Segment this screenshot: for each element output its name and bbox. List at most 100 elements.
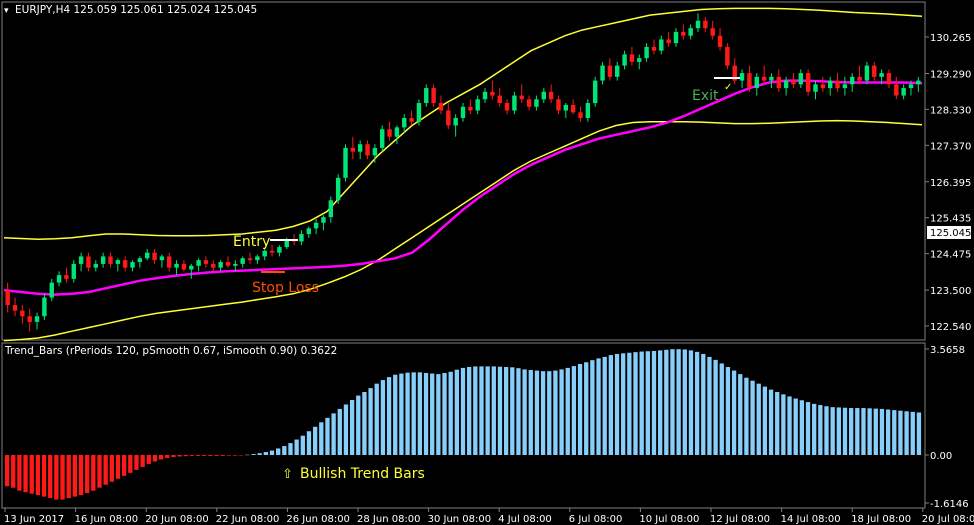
candle-body [438, 103, 444, 111]
trend-bar [707, 356, 712, 456]
trend-bar [460, 367, 466, 456]
trend-bar [393, 374, 398, 456]
candle-body [842, 84, 848, 89]
candle-body [64, 275, 69, 279]
candle-body [211, 263, 216, 268]
candle-body [468, 106, 473, 111]
indicator-title: Trend_Bars (rPeriods 120, pSmooth 0.67, … [4, 345, 337, 357]
trend-bar [349, 400, 355, 456]
indicator-tick-label: 3.5658 [930, 345, 965, 356]
candle-body [357, 144, 363, 152]
candle-body [879, 73, 884, 77]
trend-bar [855, 408, 860, 456]
stop-loss-label: Stop Loss [252, 280, 319, 296]
trend-bar [540, 371, 546, 456]
candle-body [49, 282, 54, 298]
candle-body [827, 80, 833, 89]
trend-bar [879, 408, 885, 456]
price-tick-label: 125.435 [930, 214, 971, 225]
trend-bar [226, 455, 232, 456]
trend-bar [473, 366, 478, 456]
trend-bar [239, 455, 244, 456]
time-tick-label: 28 Jun 08:00 [357, 514, 421, 525]
candle-body [130, 262, 135, 268]
candle-body [93, 263, 99, 268]
candle-body [255, 256, 260, 261]
candle-body [372, 147, 378, 156]
candle-body [42, 297, 47, 317]
candle-body [894, 84, 899, 96]
trend-bar [140, 455, 145, 467]
candle-body [490, 91, 495, 96]
chart-canvas: 130.265 129.290 128.330 127.370 126.395 125.4… [0, 0, 974, 525]
trend-bar [374, 383, 379, 456]
candle-body [850, 76, 855, 85]
trend-bar [812, 403, 817, 456]
candle-body [695, 20, 701, 29]
trend-bar [682, 349, 687, 456]
candle-body [380, 129, 385, 148]
exit-check-icon: ✓ [724, 82, 732, 93]
trend-bar [522, 369, 527, 456]
trend-bar [146, 455, 151, 464]
trend-bar [269, 450, 275, 456]
trend-bar [331, 413, 336, 456]
trend-bar [627, 352, 632, 456]
candle-body [783, 80, 789, 89]
trend-bar [220, 455, 225, 456]
price-axis: 130.265 129.290 128.330 127.370 126.395 125.4… [925, 33, 971, 333]
trend-bar [312, 426, 318, 456]
candle-body [460, 106, 466, 118]
trend-bar [337, 408, 342, 456]
candle-body [901, 88, 906, 96]
trend-bar [510, 367, 515, 456]
trend-bar [454, 369, 459, 456]
candle-body [5, 290, 10, 306]
candle-body [688, 28, 693, 36]
trend-bar [694, 351, 700, 456]
candle-body [754, 76, 759, 89]
candle-body [181, 263, 187, 270]
candle-body [548, 91, 554, 100]
trend-bar [158, 455, 164, 460]
candle-body [431, 88, 436, 104]
candle-body [857, 76, 862, 81]
trend-bar [263, 452, 269, 456]
candle-body [203, 260, 209, 264]
candle-body [578, 112, 583, 118]
trend-bar [442, 372, 447, 456]
trend-bar [41, 455, 47, 497]
candle-body [233, 263, 238, 266]
candle-body [519, 95, 524, 100]
trend-bar [177, 455, 182, 457]
price-tick-label: 126.395 [930, 178, 971, 189]
candle-body [240, 258, 245, 264]
trend-bar [701, 353, 706, 456]
candle-body [813, 84, 818, 92]
trend-bar [596, 358, 601, 456]
trend-bar [547, 371, 552, 456]
trend-bar [109, 455, 114, 482]
candle-body [321, 217, 326, 223]
candle-body [137, 258, 143, 263]
candle-body [541, 91, 546, 100]
trend-bar [892, 410, 897, 456]
trend-bar [411, 372, 416, 456]
trend-bar [639, 351, 644, 456]
trend-bar [232, 455, 238, 456]
candle-body [864, 65, 870, 81]
candle-body [218, 262, 223, 268]
candle-body [651, 46, 657, 51]
candle-body [644, 46, 649, 59]
trend-bar [559, 369, 564, 456]
trend-bar [202, 455, 207, 456]
candle-body [306, 228, 311, 234]
trend-bar [577, 364, 583, 456]
trend-bar [17, 455, 22, 491]
trend-bar [430, 373, 435, 456]
trend-bar [503, 367, 509, 456]
trend-bar [343, 404, 349, 456]
trend-bar [824, 406, 829, 456]
trend-bar [368, 388, 373, 456]
candle-body [152, 252, 157, 261]
